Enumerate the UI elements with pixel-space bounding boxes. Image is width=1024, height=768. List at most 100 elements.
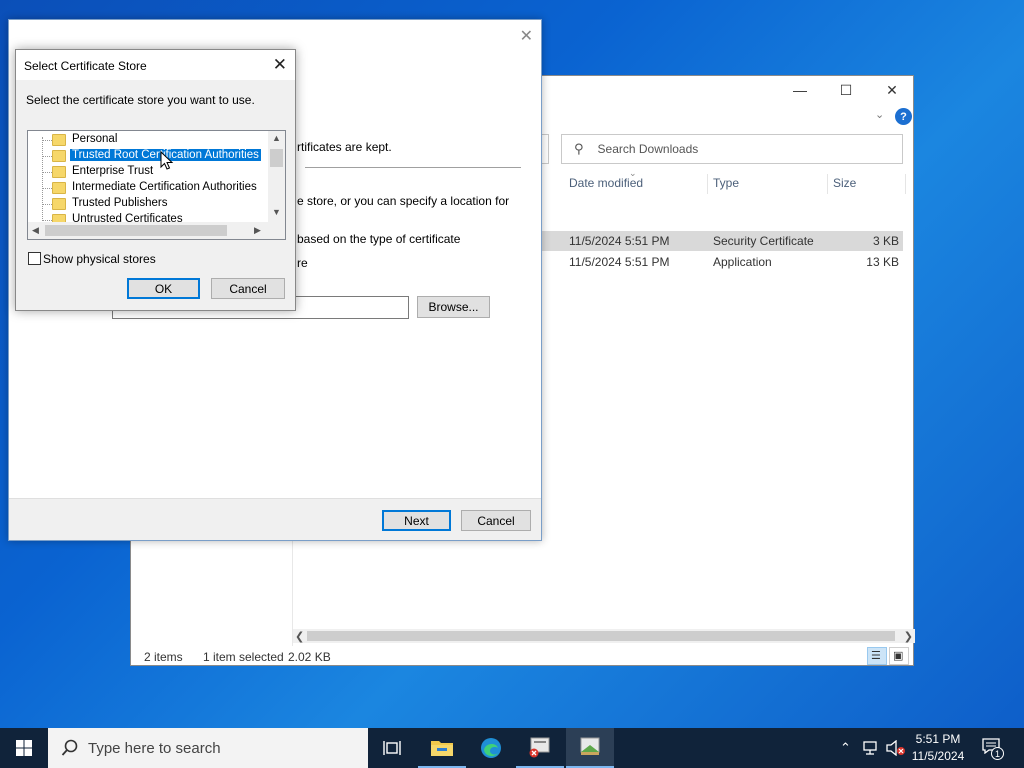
taskbar-search-box[interactable]: Type here to search xyxy=(48,728,368,768)
tree-item-label: Enterprise Trust xyxy=(72,165,154,177)
volume-muted-icon[interactable] xyxy=(886,740,906,756)
close-button[interactable]: ✕ xyxy=(869,76,915,104)
tree-item-label: Intermediate Certification Authorities xyxy=(72,181,257,193)
dialog-instruction: Select the certificate store you want to… xyxy=(26,93,255,107)
tree-item-label: Personal xyxy=(72,133,118,145)
scrollbar-thumb[interactable] xyxy=(307,631,895,641)
column-divider xyxy=(827,174,828,194)
browse-button[interactable]: Browse... xyxy=(417,296,490,318)
clock-date: 11/5/2024 xyxy=(911,749,965,763)
task-view-button[interactable] xyxy=(368,728,416,768)
folder-icon xyxy=(52,182,66,194)
task-view-icon xyxy=(383,741,401,755)
file-type: Security Certificate xyxy=(713,234,814,248)
details-view-button[interactable]: ☰ xyxy=(867,647,887,665)
search-icon xyxy=(61,739,78,756)
search-box[interactable]: ⚲ Search Downloads xyxy=(561,134,903,164)
tree-item-personal[interactable]: Personal xyxy=(28,132,270,148)
certificate-store-tree[interactable]: Personal Trusted Root Certification Auth… xyxy=(27,130,286,240)
search-icon: ⚲ xyxy=(574,141,584,156)
wizard-text-fragment: rtificates are kept. xyxy=(297,140,392,154)
next-button[interactable]: Next xyxy=(382,510,451,531)
tree-item-label: Trusted Publishers xyxy=(72,197,168,209)
file-row-certificate[interactable]: 11/5/2024 5:51 PM Security Certificate 3… xyxy=(541,231,903,251)
file-size: 3 KB xyxy=(872,234,899,248)
column-divider xyxy=(707,174,708,194)
clock-time: 5:51 PM xyxy=(915,732,961,746)
file-type: Application xyxy=(713,255,772,269)
mouse-cursor-icon xyxy=(160,151,174,170)
scroll-up-icon[interactable]: ▲ xyxy=(272,133,281,143)
file-date: 11/5/2024 5:51 PM xyxy=(569,255,670,269)
status-bar: 2 items 1 item selected 2.02 KB xyxy=(131,647,913,667)
scroll-right-icon[interactable]: ❯ xyxy=(904,630,913,643)
certificate-wizard-icon xyxy=(580,737,600,755)
notification-count-badge: 1 xyxy=(991,747,1004,760)
scrollbar-thumb[interactable] xyxy=(45,225,227,236)
tree-item-trusted-publishers[interactable]: Trusted Publishers xyxy=(28,196,270,212)
help-icon[interactable]: ? xyxy=(895,108,912,125)
file-row-application[interactable]: 11/5/2024 5:51 PM Application 13 KB xyxy=(541,252,903,272)
scroll-left-icon[interactable]: ❮ xyxy=(295,630,304,643)
large-icons-view-icon: ▣ xyxy=(893,650,904,662)
certificate-wizard-taskbar-button[interactable] xyxy=(566,728,614,768)
scrollbar-thumb[interactable] xyxy=(270,149,283,167)
wizard-text-fragment: based on the type of certificate xyxy=(297,232,461,246)
dialog-close-icon[interactable]: ✕ xyxy=(273,55,287,75)
file-size: 13 KB xyxy=(866,255,899,269)
show-physical-stores-label[interactable]: Show physical stores xyxy=(43,252,156,266)
scroll-left-icon[interactable]: ◀ xyxy=(32,225,39,236)
dialog-cancel-button[interactable]: Cancel xyxy=(211,278,285,299)
wizard-text-fragment: re xyxy=(297,256,308,270)
wizard-text-fragment: e store, or you can specify a location f… xyxy=(297,194,510,208)
certificate-manager-taskbar-button[interactable] xyxy=(516,728,564,768)
tree-vertical-scrollbar[interactable]: ▲ ▼ xyxy=(268,131,285,223)
wizard-cancel-button[interactable]: Cancel xyxy=(461,510,531,531)
windows-logo-icon xyxy=(16,740,32,756)
column-date-modified[interactable]: Date modified xyxy=(569,176,643,194)
taskbar-search-input[interactable]: Type here to search xyxy=(88,740,221,757)
show-hidden-icons-chevron[interactable]: ⌃ xyxy=(840,740,851,756)
expand-ribbon-icon[interactable]: ⌄ xyxy=(875,108,884,121)
tree-item-enterprise-trust[interactable]: Enterprise Trust xyxy=(28,164,270,180)
column-size[interactable]: Size xyxy=(833,176,856,194)
folder-icon xyxy=(52,150,66,162)
show-physical-stores-checkbox[interactable] xyxy=(28,252,41,265)
search-input[interactable]: Search Downloads xyxy=(598,142,699,156)
item-count: 2 items xyxy=(144,650,183,664)
tree-item-trusted-root[interactable]: Trusted Root Certification Authorities xyxy=(28,148,270,164)
notification-center-button[interactable]: 1 xyxy=(982,738,1004,760)
start-button[interactable] xyxy=(0,728,48,768)
column-type[interactable]: Type xyxy=(713,176,739,194)
horizontal-scrollbar[interactable]: ❮ ❯ xyxy=(293,629,915,643)
folder-icon xyxy=(52,166,66,178)
large-icons-view-button[interactable]: ▣ xyxy=(889,647,909,665)
wizard-footer: Next Cancel xyxy=(9,498,541,540)
network-icon[interactable] xyxy=(862,740,880,756)
column-divider xyxy=(905,174,906,194)
taskbar: Type here to search ⌃ 5:51 PM 11/5/2024 … xyxy=(0,728,1024,768)
selection-count: 1 item selected xyxy=(203,650,284,664)
folder-icon xyxy=(431,741,453,756)
file-date: 11/5/2024 5:51 PM xyxy=(569,234,670,248)
wizard-close-icon[interactable]: ✕ xyxy=(520,26,533,46)
minimize-button[interactable]: — xyxy=(777,76,823,104)
file-explorer-taskbar-button[interactable] xyxy=(418,728,466,768)
tree-item-intermediate[interactable]: Intermediate Certification Authorities xyxy=(28,180,270,196)
dialog-titlebar: Select Certificate Store ✕ xyxy=(16,50,295,80)
folder-icon xyxy=(52,134,66,146)
select-certificate-store-dialog: Select Certificate Store ✕ Select the ce… xyxy=(15,49,296,311)
selection-size: 2.02 KB xyxy=(288,650,331,664)
wizard-divider xyxy=(305,167,521,168)
details-view-icon: ☰ xyxy=(871,650,881,662)
maximize-button[interactable]: ☐ xyxy=(823,76,869,104)
scroll-right-icon[interactable]: ▶ xyxy=(254,225,261,236)
system-clock[interactable]: 5:51 PM 11/5/2024 xyxy=(908,731,968,765)
folder-icon xyxy=(52,198,66,210)
tree-horizontal-scrollbar[interactable]: ◀ ▶ xyxy=(28,222,285,239)
dialog-title: Select Certificate Store xyxy=(24,59,147,73)
scroll-down-icon[interactable]: ▼ xyxy=(272,207,281,217)
edge-taskbar-button[interactable] xyxy=(467,728,515,768)
edge-icon xyxy=(481,738,501,758)
ok-button[interactable]: OK xyxy=(127,278,200,299)
